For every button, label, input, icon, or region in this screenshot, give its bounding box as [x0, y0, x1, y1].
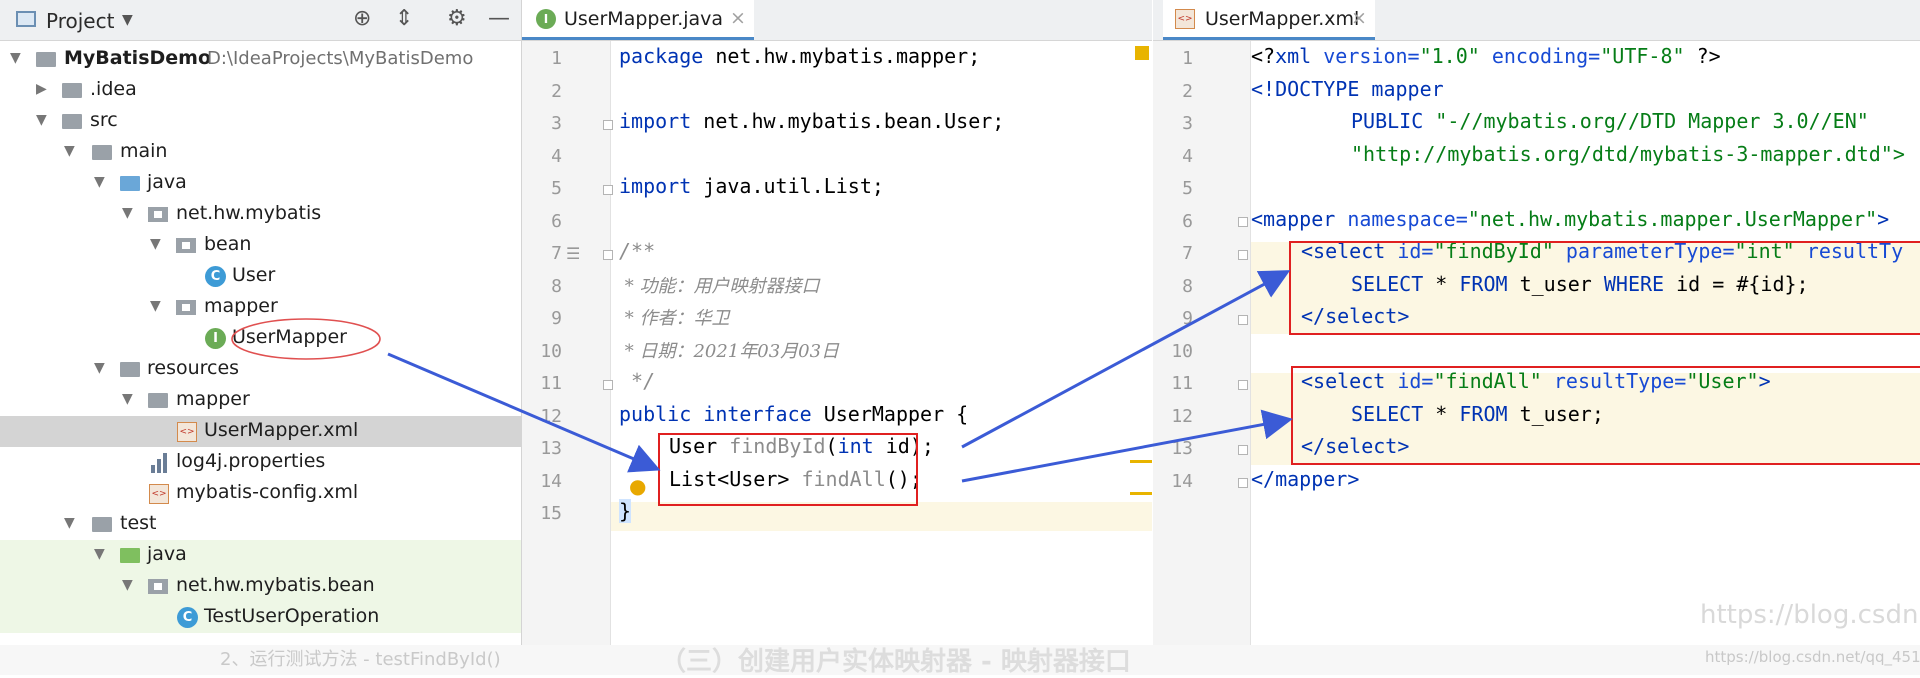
watermark-small: https://blog.csdn.net/qq_45185040 [1705, 648, 1920, 666]
bottom-text-left: 2、运行测试方法 - testFindById() [220, 649, 501, 670]
usermapper-circle [231, 318, 381, 360]
bottom-strip: 2、运行测试方法 - testFindById() （三）创建用户实体映射器 -… [0, 645, 1920, 677]
arrow-to-findall [961, 409, 1293, 483]
watermark-large: https://blog.csdn.net [1700, 600, 1920, 630]
arrow-to-methods [387, 352, 661, 473]
bottom-text-mid: （三）创建用户实体映射器 - 映射器接口 [660, 647, 1131, 677]
arrow-to-findbyid [961, 270, 1291, 449]
annotation-overlay [231, 270, 1293, 483]
